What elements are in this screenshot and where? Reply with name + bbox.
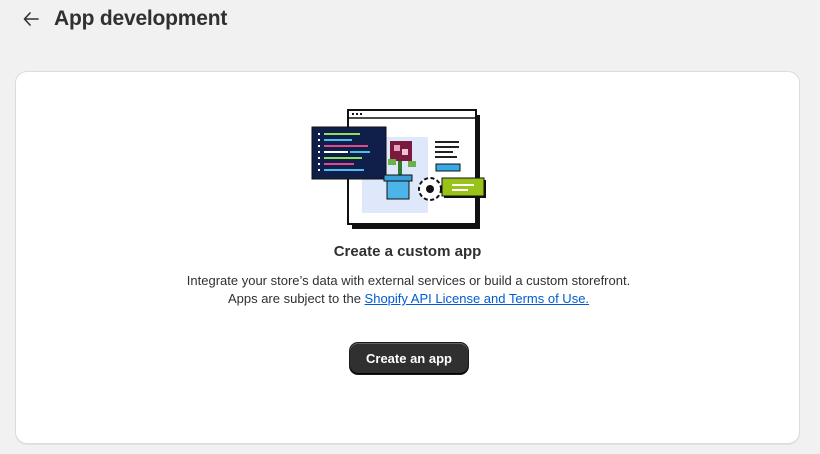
create-app-button[interactable]: Create an app (350, 343, 468, 374)
card-description: Integrate your store’s data with externa… (186, 272, 631, 308)
page-title: App development (54, 7, 228, 30)
back-button[interactable] (20, 8, 42, 30)
custom-app-illustration-icon (311, 109, 486, 229)
card-title: Create a custom app (333, 243, 482, 260)
arrow-left-icon (23, 12, 39, 26)
custom-app-card: Create a custom app Integrate your store… (15, 71, 800, 444)
api-terms-link[interactable]: Shopify API License and Terms of Use. (365, 291, 590, 306)
page-header: App development (20, 4, 227, 34)
